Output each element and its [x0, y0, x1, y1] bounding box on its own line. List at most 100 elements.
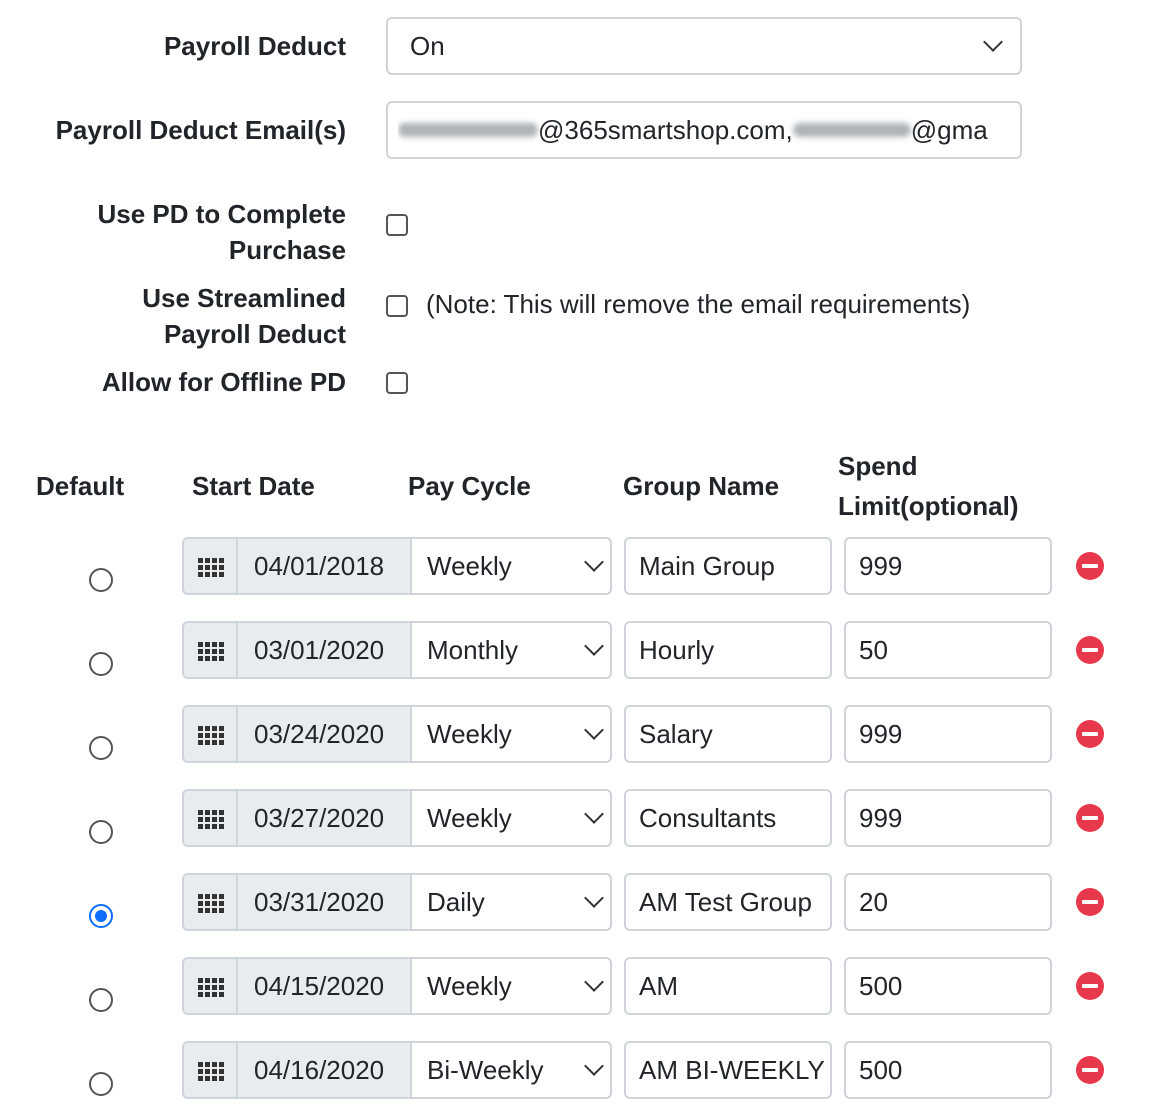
calendar-grid-icon	[198, 978, 224, 998]
emails-value: @365smartshop.com, @gma	[398, 103, 1010, 157]
chevron-down-icon	[584, 552, 604, 572]
group-name-input[interactable]: Main Group	[624, 537, 832, 595]
use-pd-checkbox[interactable]	[386, 214, 408, 236]
remove-circle-icon[interactable]	[1076, 636, 1104, 664]
streamlined-label: Use Streamlined Payroll Deduct	[142, 280, 346, 352]
pay-cycle-value: Bi-Weekly	[427, 1055, 544, 1085]
pay-cycle-select[interactable]: Weekly	[410, 957, 612, 1015]
header-spend-limit: Spend Limit(optional)	[838, 446, 1019, 526]
group-name-input[interactable]: AM BI-WEEKLY	[624, 1041, 832, 1099]
offline-pd-checkbox[interactable]	[386, 372, 408, 394]
table-row: 03/27/2020 Weekly Consultants 999	[0, 789, 1159, 849]
group-name-input[interactable]: AM Test Group	[624, 873, 832, 931]
default-radio[interactable]	[89, 652, 113, 676]
streamlined-label-line2: Payroll Deduct	[163, 319, 346, 349]
spend-limit-input[interactable]: 500	[844, 957, 1052, 1015]
pay-cycle-select[interactable]: Weekly	[410, 789, 612, 847]
chevron-down-icon	[584, 636, 604, 656]
redacted-email-user	[792, 123, 911, 138]
header-default: Default	[36, 471, 125, 501]
chevron-down-icon	[983, 32, 1003, 52]
payroll-deduct-emails-input[interactable]: @365smartshop.com, @gma	[386, 101, 1022, 159]
pay-cycle-value: Weekly	[427, 719, 512, 749]
chevron-down-icon	[584, 972, 604, 992]
pay-cycle-select[interactable]: Bi-Weekly	[410, 1041, 612, 1099]
start-date-field[interactable]: 03/01/2020	[236, 621, 412, 679]
calendar-grid-icon	[198, 810, 224, 830]
pay-cycle-value: Weekly	[427, 551, 512, 581]
payroll-deduct-label: Payroll Deduct	[163, 31, 346, 61]
pay-cycle-select[interactable]: Daily	[410, 873, 612, 931]
header-spend-limit-line1: Spend	[838, 451, 918, 481]
table-row: 03/01/2020 Monthly Hourly 50	[0, 621, 1159, 681]
email-domain-2: @gma	[910, 115, 988, 145]
remove-circle-icon[interactable]	[1076, 1056, 1104, 1084]
calendar-button[interactable]	[182, 621, 238, 679]
spend-limit-input[interactable]: 50	[844, 621, 1052, 679]
spend-limit-input[interactable]: 20	[844, 873, 1052, 931]
payroll-deduct-emails-label: Payroll Deduct Email(s)	[55, 115, 346, 145]
group-name-input[interactable]: AM	[624, 957, 832, 1015]
start-date-field[interactable]: 04/15/2020	[236, 957, 412, 1015]
remove-circle-icon[interactable]	[1076, 804, 1104, 832]
remove-circle-icon[interactable]	[1076, 888, 1104, 916]
remove-circle-icon[interactable]	[1076, 552, 1104, 580]
pay-cycle-value: Weekly	[427, 971, 512, 1001]
calendar-button[interactable]	[182, 537, 238, 595]
spend-limit-input[interactable]: 999	[844, 705, 1052, 763]
remove-circle-icon[interactable]	[1076, 720, 1104, 748]
group-name-input[interactable]: Hourly	[624, 621, 832, 679]
default-radio[interactable]	[89, 820, 113, 844]
header-spend-limit-line2: Limit(optional)	[838, 491, 1019, 521]
calendar-button[interactable]	[182, 705, 238, 763]
pay-cycle-select[interactable]: Monthly	[410, 621, 612, 679]
streamlined-checkbox[interactable]	[386, 295, 408, 317]
start-date-field[interactable]: 04/16/2020	[236, 1041, 412, 1099]
start-date-field[interactable]: 03/27/2020	[236, 789, 412, 847]
use-pd-label: Use PD to Complete Purchase	[98, 196, 347, 268]
default-radio[interactable]	[89, 988, 113, 1012]
table-row: 03/24/2020 Weekly Salary 999	[0, 705, 1159, 765]
calendar-button[interactable]	[182, 1041, 238, 1099]
calendar-grid-icon	[198, 894, 224, 914]
table-row: 03/31/2020 Daily AM Test Group 20	[0, 873, 1159, 933]
calendar-grid-icon	[198, 642, 224, 662]
group-name-input[interactable]: Salary	[624, 705, 832, 763]
calendar-grid-icon	[198, 726, 224, 746]
streamlined-note: (Note: This will remove the email requir…	[426, 289, 971, 319]
calendar-grid-icon	[198, 558, 224, 578]
default-radio[interactable]	[89, 1072, 113, 1096]
spend-limit-input[interactable]: 500	[844, 1041, 1052, 1099]
spend-limit-input[interactable]: 999	[844, 789, 1052, 847]
chevron-down-icon	[584, 888, 604, 908]
calendar-button[interactable]	[182, 789, 238, 847]
header-pay-cycle: Pay Cycle	[408, 471, 531, 501]
spend-limit-input[interactable]: 999	[844, 537, 1052, 595]
pay-cycle-select[interactable]: Weekly	[410, 705, 612, 763]
calendar-grid-icon	[198, 1062, 224, 1082]
header-group-name: Group Name	[623, 471, 780, 501]
remove-circle-icon[interactable]	[1076, 972, 1104, 1000]
default-radio[interactable]	[89, 568, 113, 592]
start-date-field[interactable]: 03/24/2020	[236, 705, 412, 763]
use-pd-label-line1: Use PD to Complete	[97, 199, 347, 229]
payroll-deduct-select[interactable]: On	[386, 17, 1022, 75]
default-radio-selected[interactable]	[89, 904, 113, 928]
calendar-button[interactable]	[182, 957, 238, 1015]
chevron-down-icon	[584, 804, 604, 824]
calendar-button[interactable]	[182, 873, 238, 931]
payroll-deduct-value: On	[410, 31, 445, 61]
start-date-field[interactable]: 03/31/2020	[236, 873, 412, 931]
pay-cycle-value: Daily	[427, 887, 485, 917]
table-row: 04/16/2020 Bi-Weekly AM BI-WEEKLY 500	[0, 1041, 1159, 1101]
redacted-email-user	[398, 123, 538, 138]
table-row: 04/15/2020 Weekly AM 500	[0, 957, 1159, 1017]
table-row: 04/01/2018 Weekly Main Group 999	[0, 537, 1159, 597]
offline-pd-label: Allow for Offline PD	[101, 367, 346, 397]
default-radio[interactable]	[89, 736, 113, 760]
header-start-date: Start Date	[192, 471, 315, 501]
pay-cycle-select[interactable]: Weekly	[410, 537, 612, 595]
group-name-input[interactable]: Consultants	[624, 789, 832, 847]
use-pd-label-line2: Purchase	[228, 235, 346, 265]
start-date-field[interactable]: 04/01/2018	[236, 537, 412, 595]
